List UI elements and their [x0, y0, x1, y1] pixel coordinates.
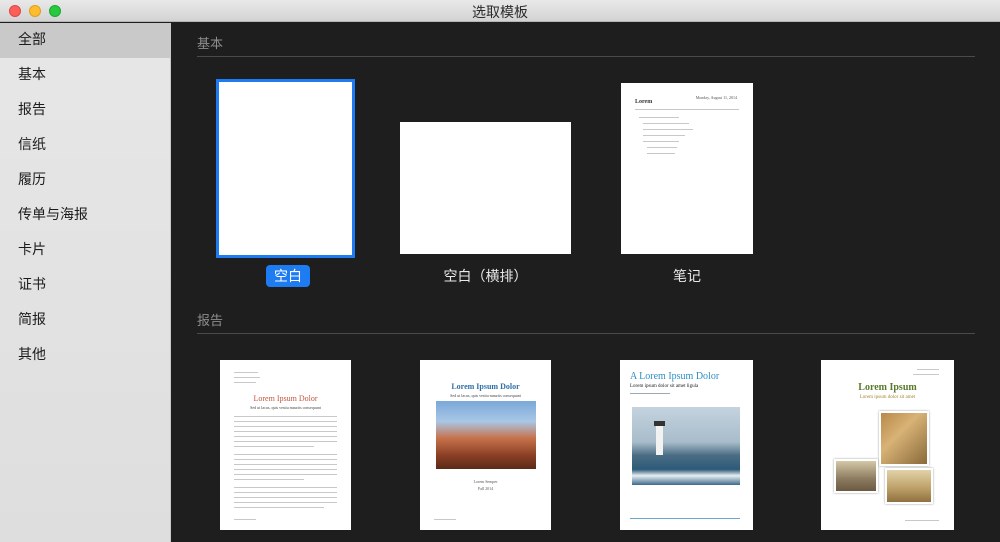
report-meta-line — [630, 393, 670, 394]
sidebar-item-other[interactable]: 其他 — [0, 338, 170, 373]
sidebar-item-label: 全部 — [18, 32, 46, 48]
sidebar-item-all[interactable]: 全部 — [0, 23, 170, 58]
body-text-line — [234, 431, 337, 432]
body-text-line — [234, 416, 337, 417]
sidebar-item-label: 履历 — [18, 172, 46, 188]
notes-line — [643, 129, 693, 130]
sidebar-item-label: 其他 — [18, 347, 46, 363]
report-meta-line — [234, 377, 260, 378]
lighthouse-tower — [656, 425, 663, 455]
body-text-line — [234, 446, 314, 447]
notes-line — [643, 123, 689, 124]
canyon-photo — [436, 401, 536, 469]
template-thumb-report-2[interactable]: Lorem Ipsum Dolor Sed ut lacus, quis ves… — [420, 360, 551, 530]
template-gallery[interactable]: 基本 空白 空白（横排） Monday, August 11, 2014 Lor… — [172, 23, 1000, 542]
notes-line — [643, 135, 685, 136]
report-title: A Lorem Ipsum Dolor — [630, 371, 720, 382]
report-subtitle: Lorem ipsum dolor sit amet — [859, 395, 916, 400]
report-title: Lorem Ipsum Dolor — [253, 394, 318, 403]
footer-line — [905, 520, 939, 521]
body-text-line — [234, 487, 337, 488]
notes-date: Monday, August 11, 2014 — [695, 95, 737, 100]
sidebar-item-label: 简报 — [18, 312, 46, 328]
body-text-line — [234, 426, 337, 427]
notes-line — [639, 117, 679, 118]
notes-rule — [635, 109, 739, 110]
sidebar-item-flyers-posters[interactable]: 传单与海报 — [0, 198, 170, 233]
body-text-line — [234, 469, 337, 470]
notes-line — [643, 141, 679, 142]
lighthouse-lamp — [654, 421, 665, 426]
notes-line — [647, 147, 677, 148]
sidebar-item-newsletters[interactable]: 简报 — [0, 303, 170, 338]
body-text-line — [234, 507, 324, 508]
sidebar-item-reports[interactable]: 报告 — [0, 93, 170, 128]
template-thumb-report-1[interactable]: Lorem Ipsum Dolor Sed ut lacus, quis ves… — [220, 360, 351, 530]
footer-line — [434, 519, 456, 520]
sidebar-item-cards[interactable]: 卡片 — [0, 233, 170, 268]
body-text-line — [234, 459, 337, 460]
body-text-line — [234, 441, 337, 442]
template-label-notes[interactable]: 笔记 — [621, 266, 753, 286]
report-subtitle: Sed ut lacus, quis vestiu maurits conseq… — [250, 405, 321, 410]
elephant-photo — [834, 459, 878, 493]
report-meta-line — [234, 382, 256, 383]
body-text-line — [234, 464, 337, 465]
sidebar-item-label: 卡片 — [18, 242, 46, 258]
lighthouse-photo — [632, 407, 740, 485]
sidebar-item-label: 证书 — [18, 277, 46, 293]
report-subtitle: Sed ut lacus, quis vestiu maurits conseq… — [450, 393, 521, 398]
footer-line — [234, 519, 256, 520]
template-thumb-notes[interactable]: Monday, August 11, 2014 Lorem — [621, 83, 753, 254]
sidebar-item-label: 信纸 — [18, 137, 46, 153]
category-sidebar: 全部 基本 报告 信纸 履历 传单与海报 卡片 证书 简报 其他 — [0, 23, 171, 542]
sidebar-item-label: 报告 — [18, 102, 46, 118]
report-subtitle: Lorem ipsum dolor sit amet ligula — [630, 384, 699, 389]
footer-rule — [630, 518, 740, 519]
report-title: Lorem Ipsum — [858, 382, 917, 393]
body-text-line — [234, 454, 337, 455]
report-meta-line — [917, 369, 939, 370]
report-meta-line — [234, 372, 258, 373]
title-bar: 选取模板 — [0, 0, 1000, 22]
window-title: 选取模板 — [472, 5, 528, 21]
sidebar-item-certificates[interactable]: 证书 — [0, 268, 170, 303]
body-text-line — [234, 479, 304, 480]
notes-title: Lorem — [635, 99, 653, 105]
notes-line — [647, 153, 675, 154]
section-divider — [197, 333, 975, 334]
template-thumb-report-4[interactable]: Lorem Ipsum Lorem ipsum dolor sit amet — [821, 360, 954, 530]
body-text-line — [234, 497, 337, 498]
sidebar-item-basic[interactable]: 基本 — [0, 58, 170, 93]
section-divider — [197, 56, 975, 57]
template-thumb-report-3[interactable]: A Lorem Ipsum Dolor Lorem ipsum dolor si… — [620, 360, 753, 530]
section-header-basic: 基本 — [197, 37, 224, 52]
template-label-blank-landscape[interactable]: 空白（横排） — [400, 266, 571, 286]
section-header-reports: 报告 — [197, 314, 224, 329]
body-text-line — [234, 436, 337, 437]
report-title: Lorem Ipsum Dolor — [451, 382, 520, 391]
sidebar-item-resumes[interactable]: 履历 — [0, 163, 170, 198]
meerkat-photo — [885, 468, 933, 504]
template-label-blank[interactable]: 空白 — [266, 265, 310, 287]
sidebar-item-label: 基本 — [18, 67, 46, 83]
template-thumb-blank-landscape[interactable] — [400, 122, 571, 254]
body-text-line — [234, 492, 337, 493]
report-byline: Lorem Semper — [473, 479, 498, 484]
body-text-line — [234, 421, 337, 422]
report-date: Fall 2014 — [477, 486, 494, 491]
body-text-line — [234, 474, 337, 475]
body-text-line — [234, 502, 337, 503]
report-meta-line — [913, 374, 939, 375]
giraffe-photo — [879, 411, 929, 466]
sidebar-item-stationery[interactable]: 信纸 — [0, 128, 170, 163]
sidebar-item-label: 传单与海报 — [18, 207, 88, 223]
template-thumb-blank[interactable] — [216, 79, 355, 258]
